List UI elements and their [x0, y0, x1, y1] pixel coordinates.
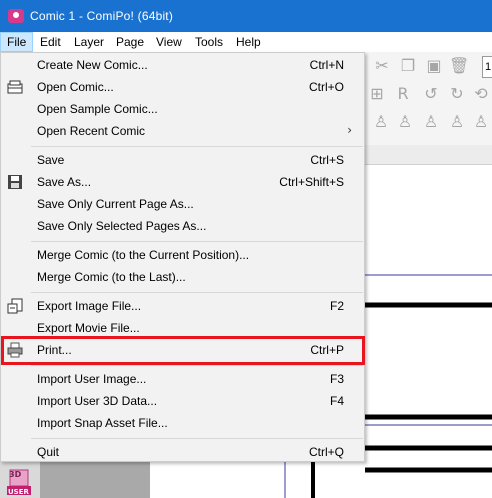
- user-3d-icon[interactable]: 3D USER: [6, 466, 32, 496]
- menu-item-label: Open Recent Comic: [37, 124, 146, 138]
- ruler: [365, 145, 492, 165]
- pose-icon-2[interactable]: ♙: [395, 112, 415, 132]
- menu-item-label: Quit: [37, 445, 60, 459]
- menu-item-label: Export Movie File...: [37, 321, 140, 335]
- menu-item-shortcut: Ctrl+O: [308, 80, 344, 94]
- menu-item-label: Create New Comic...: [37, 58, 148, 72]
- menu-view[interactable]: View: [150, 32, 188, 52]
- pose-icon-1[interactable]: ♙: [371, 112, 391, 132]
- pose-icon-3[interactable]: ♙: [421, 112, 441, 132]
- menu-item-label: Open Sample Comic...: [37, 102, 158, 116]
- menu-file[interactable]: File: [0, 32, 34, 52]
- title-bar: Comic 1 - ComiPo! (64bit): [0, 0, 492, 32]
- canvas[interactable]: [365, 165, 492, 498]
- open-icon: [7, 79, 23, 95]
- menu-item-save-only-selected-pages[interactable]: Save Only Selected Pages As...: [1, 215, 364, 237]
- menu-item-label: Save As...: [37, 175, 92, 189]
- file-menu-dropdown: Create New Comic... Ctrl+N Open Comic...…: [0, 52, 365, 462]
- menu-item-quit[interactable]: Quit Ctrl+Q: [1, 441, 364, 463]
- flip-icon[interactable]: ⟲: [471, 84, 491, 104]
- menu-item-merge-comic-current[interactable]: Merge Comic (to the Current Position)...: [1, 244, 364, 266]
- menu-item-save-only-current-page[interactable]: Save Only Current Page As...: [1, 193, 364, 215]
- menu-item-label: Export Image File...: [37, 299, 142, 313]
- menu-item-label: Merge Comic (to the Current Position)...: [37, 248, 250, 262]
- menu-item-export-image-file[interactable]: Export Image File... F2: [1, 295, 364, 317]
- menu-item-label: Open Comic...: [37, 80, 114, 94]
- menu-item-shortcut: Ctrl+N: [309, 58, 344, 72]
- paste-icon[interactable]: ▣: [424, 56, 444, 76]
- menu-item-label: Import Snap Asset File...: [37, 416, 168, 430]
- menu-item-shortcut: Ctrl+Q: [308, 445, 344, 459]
- comipo-app-icon: [8, 9, 24, 23]
- menu-item-open-recent-comic[interactable]: Open Recent Comic ›: [1, 120, 364, 142]
- user-badge-3d-text: 3D: [9, 470, 22, 479]
- menu-item-label: Save: [37, 153, 65, 167]
- menu-item-shortcut: F3: [329, 372, 344, 386]
- menu-item-import-user-image[interactable]: Import User Image... F3: [1, 368, 364, 390]
- menu-item-label: Save Only Selected Pages As...: [37, 219, 207, 233]
- menu-item-import-snap-asset-file[interactable]: Import Snap Asset File...: [1, 412, 364, 434]
- menu-item-label: Save Only Current Page As...: [37, 197, 194, 211]
- menu-bar: File Edit Layer Page View Tools Help: [0, 32, 492, 52]
- menu-item-save-as[interactable]: Save As... Ctrl+Shift+S: [1, 171, 364, 193]
- cut-icon[interactable]: ✂: [372, 56, 392, 76]
- chevron-right-icon: ›: [347, 123, 352, 137]
- delete-icon[interactable]: 🗑: [449, 56, 469, 76]
- menu-item-shortcut: Ctrl+Shift+S: [279, 175, 344, 189]
- menu-item-open-comic[interactable]: Open Comic... Ctrl+O: [1, 76, 364, 98]
- menu-separator: [31, 365, 363, 366]
- user-badge-user-text: USER: [8, 488, 30, 496]
- print-highlight-box: [1, 336, 365, 365]
- menu-item-shortcut: Ctrl+S: [310, 153, 344, 167]
- menu-separator: [31, 438, 363, 439]
- thumbnail-area: [40, 462, 150, 498]
- menu-item-shortcut: F2: [329, 299, 344, 313]
- menu-edit[interactable]: Edit: [34, 32, 67, 52]
- save-icon: [7, 174, 23, 190]
- menu-item-open-sample-comic[interactable]: Open Sample Comic...: [1, 98, 364, 120]
- menu-separator: [31, 146, 363, 147]
- menu-item-save[interactable]: Save Ctrl+S: [1, 149, 364, 171]
- menu-item-label: Import User Image...: [37, 372, 147, 386]
- menu-separator: [31, 292, 363, 293]
- menu-item-label: Import User 3D Data...: [37, 394, 158, 408]
- pose-icon-4[interactable]: ♙: [447, 112, 467, 132]
- zoom-field[interactable]: 1.: [482, 56, 492, 78]
- copy-icon[interactable]: ❐: [398, 56, 418, 76]
- rotate-right-icon[interactable]: ↻: [447, 84, 467, 104]
- page-area[interactable]: [150, 462, 365, 498]
- menu-help[interactable]: Help: [230, 32, 267, 52]
- menu-item-merge-comic-last[interactable]: Merge Comic (to the Last)...: [1, 266, 364, 288]
- menu-tools[interactable]: Tools: [189, 32, 229, 52]
- menu-item-create-new-comic[interactable]: Create New Comic... Ctrl+N: [1, 54, 364, 76]
- menu-item-label: Merge Comic (to the Last)...: [37, 270, 186, 284]
- menu-item-import-user-3d-data[interactable]: Import User 3D Data... F4: [1, 390, 364, 412]
- reset-icon[interactable]: R: [393, 84, 413, 104]
- menu-separator: [31, 241, 363, 242]
- menu-page[interactable]: Page: [110, 32, 150, 52]
- rotate-left-icon[interactable]: ↺: [421, 84, 441, 104]
- export-image-icon: [7, 298, 23, 314]
- window-title: Comic 1 - ComiPo! (64bit): [30, 9, 174, 23]
- pose-icon-5[interactable]: ♙: [471, 112, 491, 132]
- menu-item-shortcut: F4: [329, 394, 344, 408]
- menu-layer[interactable]: Layer: [68, 32, 110, 52]
- fit-icon[interactable]: ⊞: [367, 84, 387, 104]
